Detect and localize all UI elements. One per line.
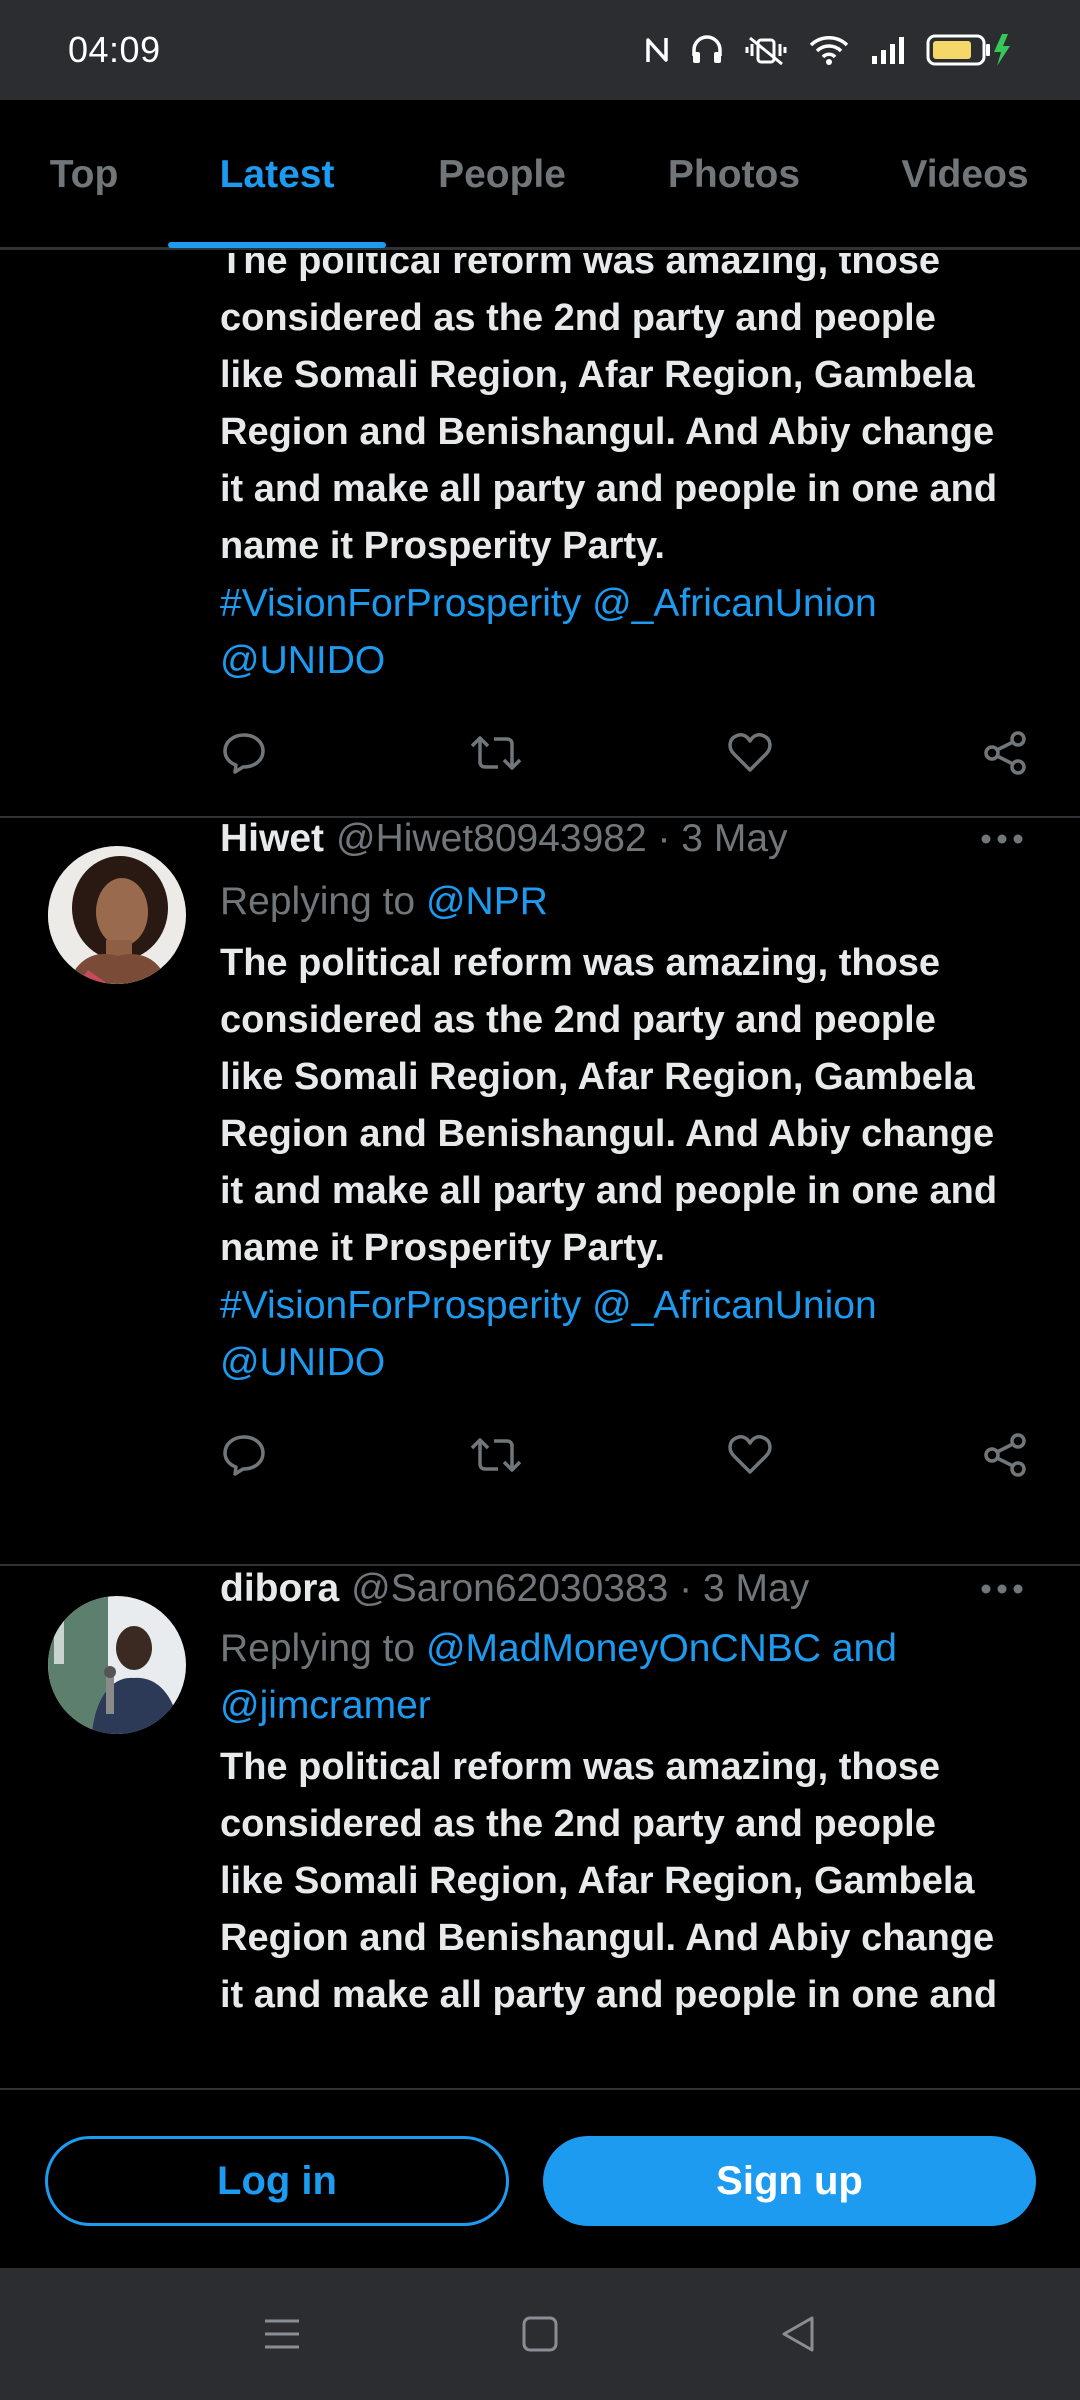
retweet-icon[interactable]: [466, 723, 526, 783]
tweet-text-line: considered as the 2nd party and people: [220, 999, 936, 1041]
status-icons: [644, 32, 1012, 68]
tweet-text-line: name it Prosperity Party.: [220, 1227, 665, 1269]
like-icon[interactable]: [720, 1425, 780, 1485]
tweet-text-line: like Somali Region, Afar Region, Gambela: [220, 1056, 975, 1098]
tweet-card[interactable]: The political reform was amazing, those …: [0, 253, 1080, 818]
tweet-card[interactable]: Hiwet @Hiwet80943982 · 3 May Replying to…: [0, 817, 1080, 1566]
replying-to-link[interactable]: @NPR: [426, 880, 548, 923]
tab-people[interactable]: People: [420, 100, 584, 250]
tweet-text-line: The political reform was amazing, those: [220, 253, 941, 282]
tweet-text-line: it and make all party and people in one …: [220, 468, 998, 510]
avatar[interactable]: [48, 1596, 186, 1734]
tweet-text: The political reform was amazing, those …: [220, 1739, 1040, 2024]
system-navigation-bar: [0, 2268, 1080, 2400]
tweet-text-line: Region and Benishangul. And Abiy change: [220, 1113, 995, 1155]
tweet-text-line: it and make all party and people in one …: [220, 1974, 998, 2016]
tweet-text-line: it and make all party and people in one …: [220, 1170, 998, 1212]
more-options-icon[interactable]: [980, 814, 1024, 864]
tweet-text: The political reform was amazing, those …: [220, 253, 1040, 575]
user-handle-date: @Hiwet80943982 · 3 May: [336, 817, 788, 860]
nfc-icon: [644, 34, 670, 66]
menu-icon[interactable]: [252, 2304, 312, 2364]
avatar[interactable]: [48, 846, 186, 984]
mention-link[interactable]: @UNIDO: [220, 1334, 1040, 1391]
replying-label: Replying to: [220, 880, 426, 923]
like-icon[interactable]: [720, 723, 780, 783]
user-name[interactable]: dibora: [220, 1567, 339, 1611]
mention-link[interactable]: @UNIDO: [220, 632, 1040, 689]
tweet-feed[interactable]: The political reform was amazing, those …: [0, 253, 1080, 2088]
auth-bar: Log in Sign up: [0, 2088, 1080, 2268]
reply-icon[interactable]: [214, 723, 274, 783]
replying-to-link[interactable]: @jimcramer: [220, 1677, 970, 1734]
home-icon[interactable]: [510, 2304, 570, 2364]
tweet-text-line: Region and Benishangul. And Abiy change: [220, 411, 995, 453]
share-icon[interactable]: [976, 1425, 1036, 1485]
tweet-header: dibora @Saron62030383 · 3 May: [220, 1564, 1032, 1614]
tweet-text-line: considered as the 2nd party and people: [220, 297, 936, 339]
tab-latest[interactable]: Latest: [168, 100, 386, 250]
tweet-text-line: considered as the 2nd party and people: [220, 1803, 936, 1845]
status-time: 04:09: [68, 29, 161, 70]
share-icon[interactable]: [976, 723, 1036, 783]
battery-charging-icon: [926, 32, 1012, 68]
signal-icon: [870, 34, 906, 66]
tweet-text-line: Region and Benishangul. And Abiy change: [220, 1917, 995, 1959]
tweet-text-line: name it Prosperity Party.: [220, 525, 665, 567]
tab-videos[interactable]: Videos: [880, 100, 1050, 250]
back-icon[interactable]: [768, 2304, 828, 2364]
user-handle-date: @Saron62030383 · 3 May: [351, 1567, 810, 1610]
tweet-text-line: like Somali Region, Afar Region, Gambela: [220, 1860, 975, 1902]
hashtag-link[interactable]: #VisionForProsperity @_AfricanUnion: [220, 575, 1040, 632]
tweet-links[interactable]: #VisionForProsperity @_AfricanUnion @UNI…: [220, 575, 1040, 689]
signup-button[interactable]: Sign up: [543, 2136, 1036, 2226]
tweet-text: The political reform was amazing, those …: [220, 935, 1040, 1277]
tweet-text-line: like Somali Region, Afar Region, Gambela: [220, 354, 975, 396]
tab-top[interactable]: Top: [30, 100, 138, 250]
replying-to-link[interactable]: @MadMoneyOnCNBC and: [426, 1627, 897, 1670]
user-name[interactable]: Hiwet: [220, 817, 324, 861]
tweet-links[interactable]: #VisionForProsperity @_AfricanUnion @UNI…: [220, 1277, 1040, 1391]
vibrate-off-icon: [744, 34, 788, 66]
active-tab-indicator: [168, 242, 386, 248]
tweet-text-line: The political reform was amazing, those: [220, 1746, 941, 1788]
hashtag-link[interactable]: #VisionForProsperity @_AfricanUnion: [220, 1277, 1040, 1334]
tweet-card[interactable]: dibora @Saron62030383 · 3 May Replying t…: [0, 1566, 1080, 2088]
wifi-icon: [808, 34, 850, 66]
search-tabs: Top Latest People Photos Videos: [0, 100, 1080, 250]
tweet-actions: [220, 723, 1040, 783]
headphones-icon: [690, 34, 724, 66]
tweet-actions: [220, 1425, 1040, 1485]
replying-to: Replying to @MadMoneyOnCNBC and @jimcram…: [220, 1620, 970, 1734]
tweet-header: Hiwet @Hiwet80943982 · 3 May: [220, 814, 1032, 864]
tweet-text-line: The political reform was amazing, those: [220, 942, 941, 984]
tab-photos[interactable]: Photos: [650, 100, 818, 250]
more-options-icon[interactable]: [980, 1564, 1024, 1614]
replying-to: Replying to @NPR: [220, 873, 970, 930]
replying-label: Replying to: [220, 1627, 426, 1670]
retweet-icon[interactable]: [466, 1425, 526, 1485]
status-bar: 04:09: [0, 0, 1080, 100]
reply-icon[interactable]: [214, 1425, 274, 1485]
login-button[interactable]: Log in: [45, 2136, 509, 2226]
